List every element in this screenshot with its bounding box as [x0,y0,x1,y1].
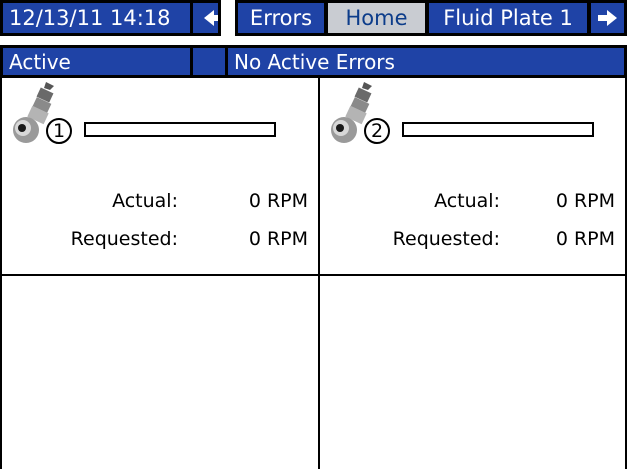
arrow-right-icon [597,10,617,26]
empty-panel-3 [0,276,320,469]
mode-status: Active [0,45,193,78]
pump-number-badge: 2 [364,118,390,144]
requested-label: Requested: [392,228,500,250]
tab-errors-label: Errors [249,5,313,30]
actual-value: 0 RPM [248,190,308,212]
status-indicator [190,45,228,78]
pump-panel-1: 1 Actual: 0 RPM Requested: 0 RPM [0,78,320,276]
pump-icon: 2 [328,80,400,150]
pump-icon: 1 [10,80,82,150]
pump-number-badge: 1 [46,118,72,144]
prev-screen-button[interactable] [190,0,221,36]
next-screen-button[interactable] [588,0,627,36]
pump-status-bar [84,122,276,137]
actual-row: Actual: 0 RPM [2,190,318,218]
requested-row: Requested: 0 RPM [2,228,318,256]
requested-row: Requested: 0 RPM [320,228,625,256]
actual-value: 0 RPM [555,190,615,212]
tab-home[interactable]: Home [325,0,428,36]
tab-fluid-plate-1-label: Fluid Plate 1 [443,5,573,30]
requested-value: 0 RPM [248,228,308,250]
arrow-left-icon [203,10,218,26]
tab-errors[interactable]: Errors [235,0,327,36]
datetime-text: 12/13/11 14:18 [9,5,171,30]
top-bar: 12/13/11 14:18 Errors Home Fluid Plate 1 [0,0,627,45]
error-status-text: No Active Errors [234,49,395,74]
datetime-display: 12/13/11 14:18 [0,0,193,36]
mode-status-text: Active [9,49,71,74]
tab-home-label: Home [345,5,408,30]
actual-label: Actual: [434,190,500,212]
tab-fluid-plate-1[interactable]: Fluid Plate 1 [426,0,590,36]
requested-label: Requested: [70,228,178,250]
requested-value: 0 RPM [555,228,615,250]
actual-row: Actual: 0 RPM [320,190,625,218]
error-status: No Active Errors [225,45,627,78]
pump-panel-2: 2 Actual: 0 RPM Requested: 0 RPM [320,78,627,276]
actual-label: Actual: [112,190,178,212]
status-bar: Active No Active Errors [0,45,627,78]
pump-status-bar [402,122,594,137]
empty-panel-4 [320,276,627,469]
